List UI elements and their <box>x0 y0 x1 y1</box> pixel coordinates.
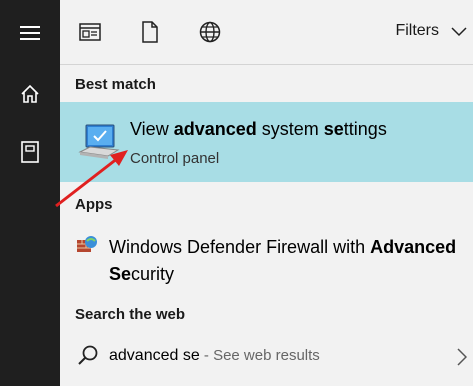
hamburger-icon[interactable] <box>14 17 46 49</box>
home-icon[interactable] <box>14 78 46 110</box>
best-match-title: View advanced system settings <box>130 119 387 139</box>
system-settings-icon <box>76 120 122 166</box>
search-icon <box>77 344 99 366</box>
file-icon[interactable] <box>136 18 164 46</box>
filters-button[interactable]: Filters <box>395 22 439 40</box>
notebook-icon[interactable] <box>14 136 46 168</box>
documents-icon[interactable] <box>76 18 104 46</box>
left-sidebar <box>0 0 60 386</box>
app-result-firewall[interactable]: Windows Defender Firewall with Advanced … <box>60 224 473 288</box>
toolbar-divider <box>60 64 473 65</box>
filter-toolbar: Filters <box>60 0 473 64</box>
web-search-query: advanced se - See web results <box>109 347 320 364</box>
chevron-down-icon[interactable] <box>451 24 467 42</box>
best-match-heading: Best match <box>75 76 156 93</box>
app-result-title: Windows Defender Firewall with Advanced … <box>109 237 457 284</box>
web-search-hint: - See web results <box>199 347 320 364</box>
web-globe-icon[interactable] <box>196 18 224 46</box>
chevron-right-icon[interactable] <box>457 348 468 371</box>
apps-heading: Apps <box>75 196 113 213</box>
web-search-result[interactable]: advanced se - See web results <box>60 336 473 378</box>
search-panel: Filters Best match View advanced system … <box>60 0 473 386</box>
best-match-subtitle: Control panel <box>130 150 220 167</box>
best-match-result[interactable]: View advanced system settings Control pa… <box>60 102 473 182</box>
search-web-heading: Search the web <box>75 306 186 323</box>
firewall-icon <box>76 234 98 256</box>
